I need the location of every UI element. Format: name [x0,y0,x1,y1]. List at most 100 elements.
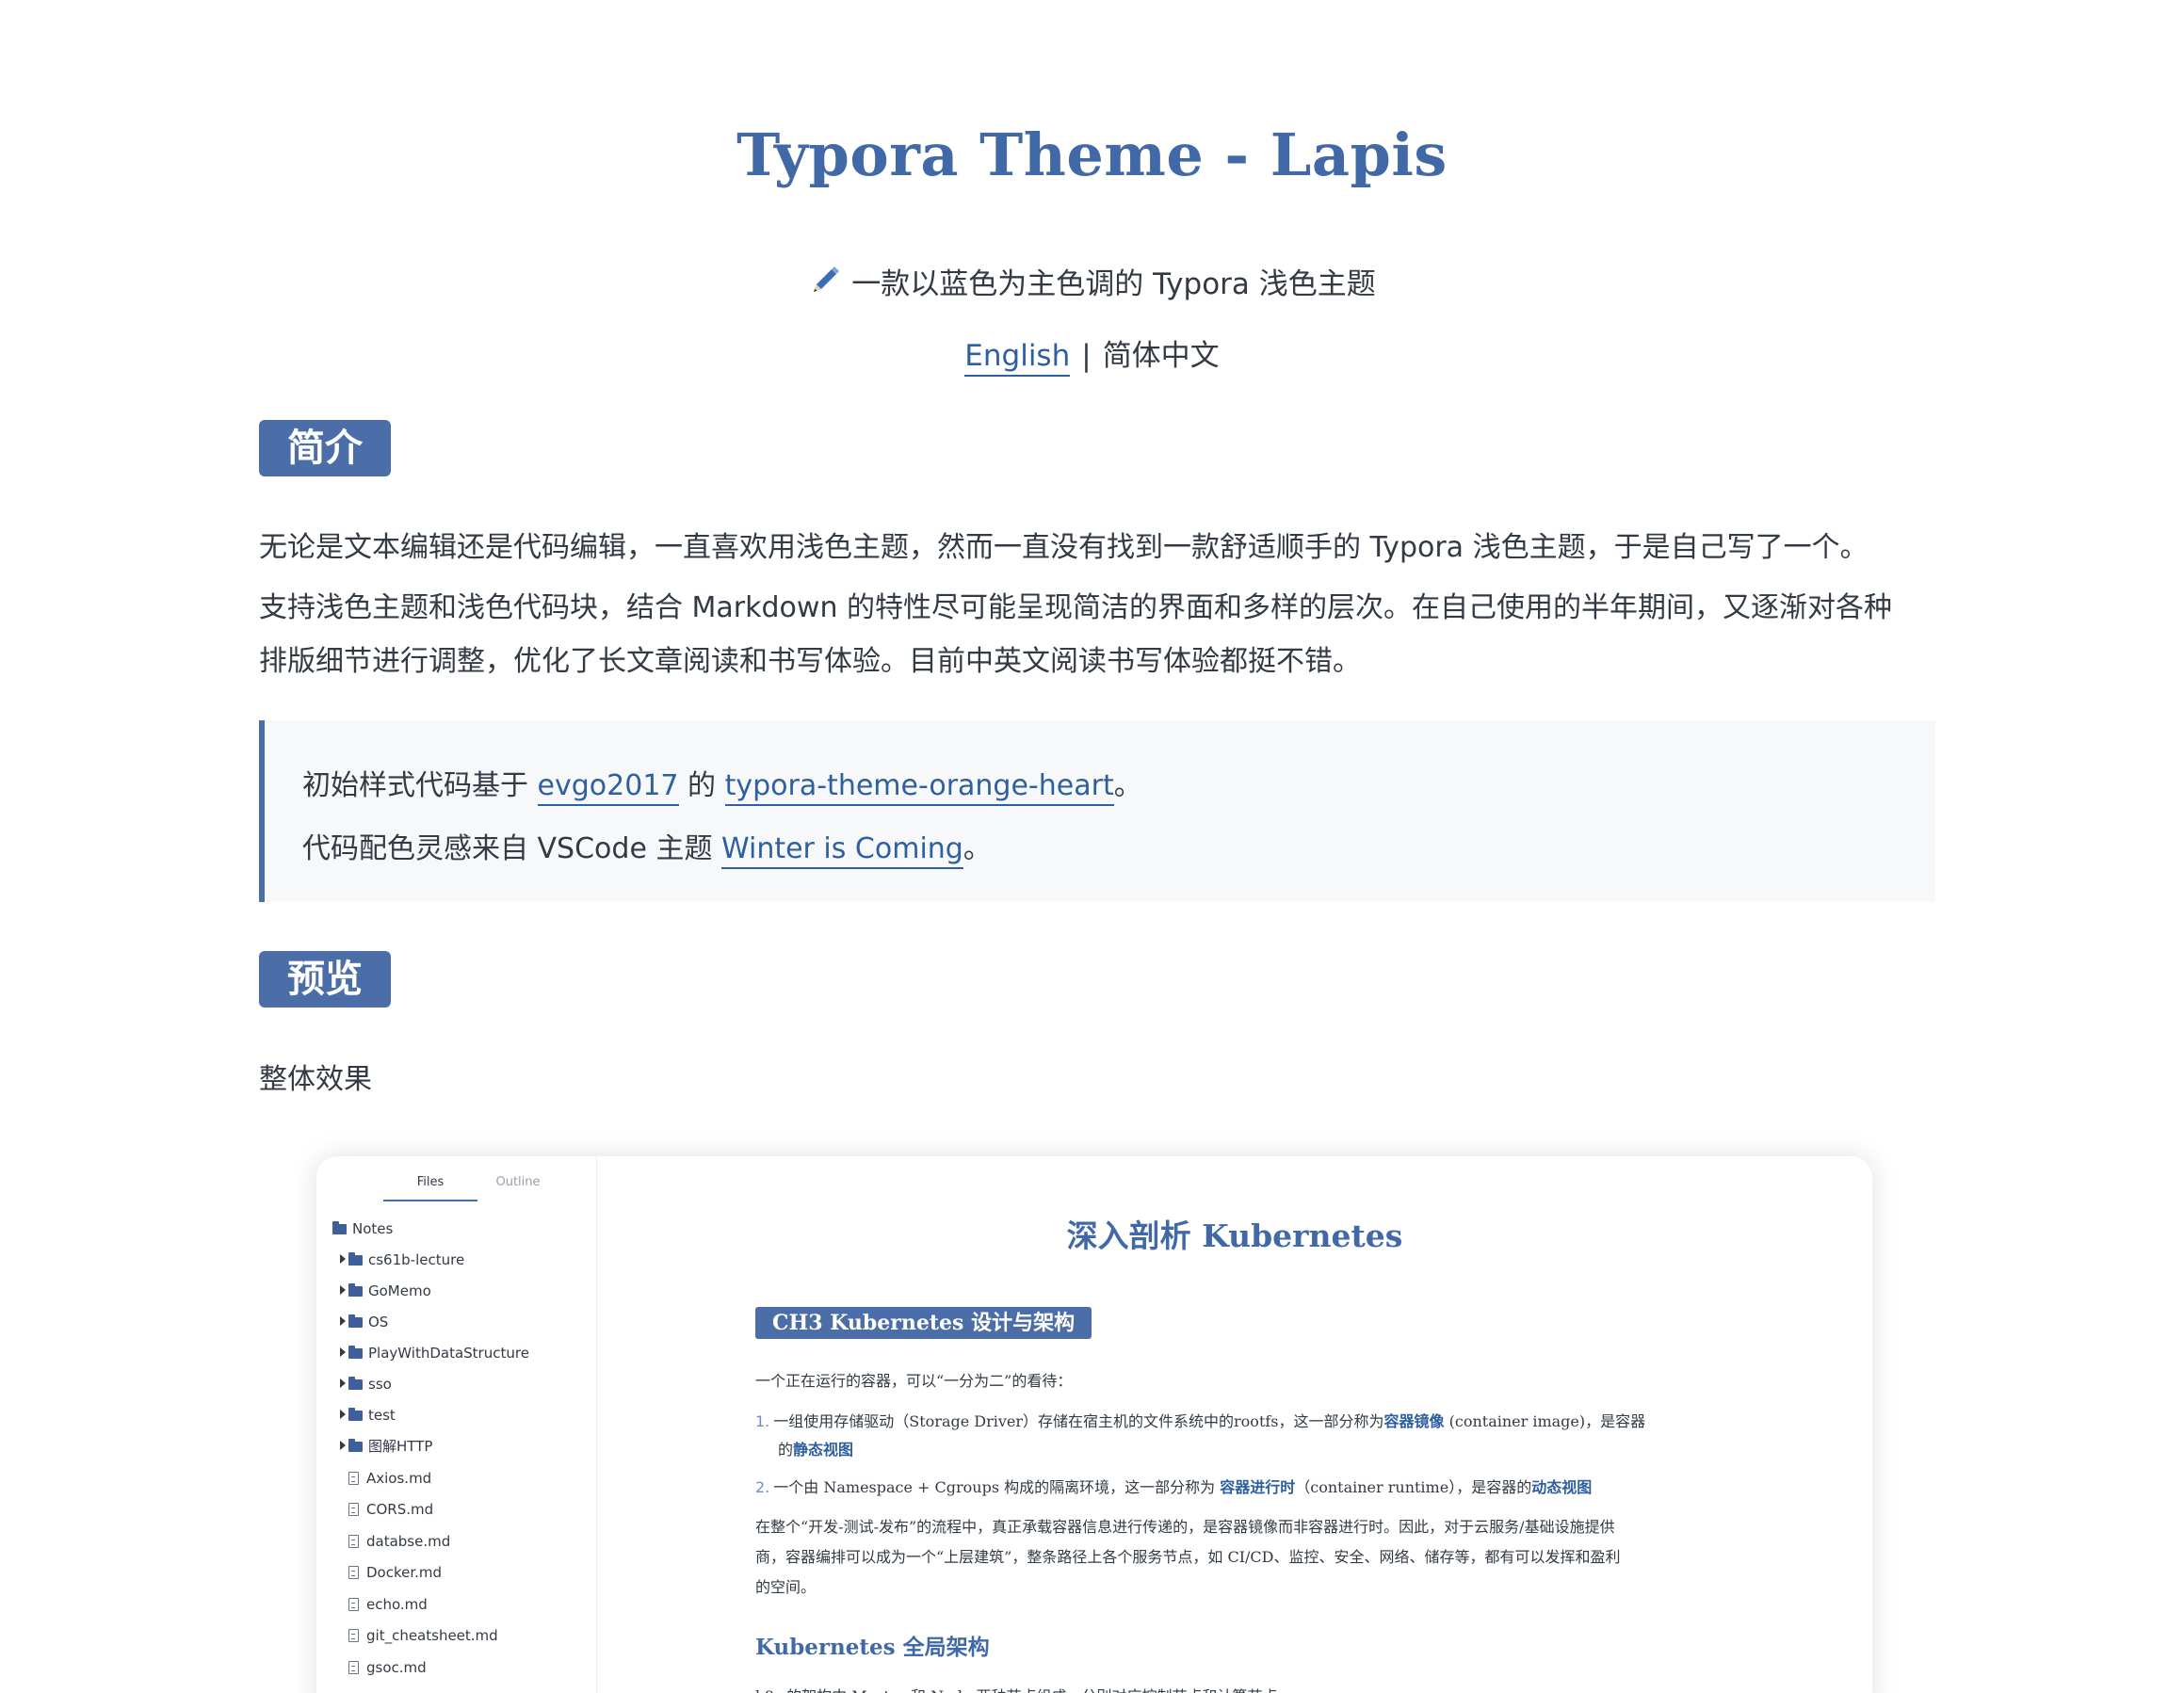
page: Typora Theme - Lapis 一款以蓝色为主色调的 Typora 浅… [0,0,2184,1693]
tree-file-axios[interactable]: Axios.md [348,1468,431,1489]
preview-list-item-2: 2. 一个由 Namespace + Cgroups 构成的隔离环境，这一部分称为… [755,1473,1592,1502]
caret-right-icon [340,1254,346,1264]
tree-file-gsoc[interactable]: gsoc.md [348,1657,427,1678]
caret-right-icon [340,1379,346,1388]
tree-file-docker[interactable]: Docker.md [348,1562,442,1583]
preview-sidebar: Files Outline Notes cs61b-lecture GoMemo… [316,1156,597,1693]
list-text: (container image)，是容器 [1444,1412,1646,1430]
credits-line-1-suffix: 。 [1113,769,1142,802]
tree-folder-notes[interactable]: Notes [332,1218,393,1239]
subtitle-text: 一款以蓝色为主色调的 Typora 浅色主题 [851,267,1376,301]
folder-icon [348,1252,363,1266]
preview-list-item-1: 1. 一组使用存储驱动（Storage Driver）存储在宿主机的文件系统中的r… [755,1407,1645,1436]
tree-item-label: Docker.md [366,1564,443,1581]
tree-file-databse[interactable]: databse.md [348,1531,450,1552]
evgo2017-link[interactable]: evgo2017 [537,769,679,806]
tree-item-label: sso [368,1376,392,1393]
list-highlight: 容器镜像 [1383,1412,1445,1430]
preview-doc-intro: 一个正在运行的容器，可以“一分为二”的看待： [755,1372,1073,1390]
preview-doc-h3: Kubernetes 全局架构 [755,1635,990,1660]
credits-line-2-suffix: 。 [963,832,992,865]
preview-doc-para-2-line-3: 的空间。 [755,1578,817,1596]
tree-item-label: cs61b-lecture [368,1251,465,1268]
tab-files[interactable]: Files [383,1173,477,1201]
list-highlight: 静态视图 [793,1441,854,1459]
theme-preview-window: Files Outline Notes cs61b-lecture GoMemo… [316,1156,1872,1693]
folder-icon [348,1283,363,1297]
credits-line-2: 代码配色灵感来自 VSCode 主题 Winter is Coming。 [302,817,1935,880]
tab-outline[interactable]: Outline [471,1173,565,1201]
tree-folder-playwithdatastructure[interactable]: PlayWithDataStructure [340,1343,529,1363]
preview-doc-para-2-line-1: 在整个“开发-测试-发布”的流程中，真正承载容器信息进行传递的，是容器镜像而非容… [755,1518,1615,1536]
tree-item-label: databse.md [366,1533,451,1550]
lang-separator: | [1081,339,1092,373]
caret-right-icon [340,1410,346,1419]
credits-line-1-prefix: 初始样式代码基于 [302,769,538,802]
preview-doc-para-2-line-2: 商，容器编排可以成为一个“上层建筑”，整条路径上各个服务节点，如 CI/CD、监… [755,1548,1621,1566]
tree-folder-test[interactable]: test [340,1405,396,1426]
tree-item-label: OS [368,1314,389,1330]
caret-right-icon [340,1441,346,1450]
winter-is-coming-link[interactable]: Winter is Coming [720,832,963,869]
tree-item-label: CORS.md [366,1501,434,1518]
tree-file-echo[interactable]: echo.md [348,1594,428,1615]
tree-item-label: git_cheatsheet.md [366,1627,498,1644]
tree-item-label: echo.md [366,1596,428,1613]
intro-paragraph-2: 支持浅色主题和浅色代码块，结合 Markdown 的特性尽可能呈现简洁的界面和多… [259,581,1935,688]
intro-paragraph-2-line-1: 支持浅色主题和浅色代码块，结合 Markdown 的特性尽可能呈现简洁的界面和多… [259,591,1892,624]
language-switcher: English | 简体中文 [0,331,2184,377]
tree-item-label: Notes [352,1220,394,1237]
credits-line-1: 初始样式代码基于 evgo2017 的 typora-theme-orange-… [302,754,1935,817]
file-icon [348,1472,359,1485]
file-icon [348,1598,359,1611]
folder-icon [348,1314,363,1328]
list-highlight: 动态视图 [1531,1478,1593,1496]
credits-line-2-prefix: 代码配色灵感来自 VSCode 主题 [302,832,721,865]
preview-list-item-1-cont: 的静态视图 [778,1435,853,1464]
preview-heading: 预览 [259,951,391,1008]
tree-item-label: GoMemo [368,1282,431,1299]
lang-english-link[interactable]: English [964,339,1071,377]
lang-chinese-label: 简体中文 [1102,339,1220,373]
preview-editor: 深入剖析 Kubernetes CH3 Kubernetes 设计与架构 一个正… [597,1156,1872,1693]
list-text: 一个由 Namespace + Cgroups 构成的隔离环境，这一部分称为 [773,1478,1221,1496]
list-number: 2. [755,1478,770,1496]
folder-icon [332,1221,347,1234]
preview-doc-para-3: k8s 的架构中 Master 和 Node 两种节点组成，分别对应控制节点和计… [755,1682,1278,1693]
folder-icon [348,1377,363,1390]
tree-item-label: Axios.md [366,1470,432,1487]
file-icon [348,1629,359,1642]
credits-line-1-mid: 的 [678,769,725,802]
list-text: （container runtime），是容器的 [1295,1478,1532,1496]
caret-right-icon [340,1347,346,1357]
folder-icon [348,1346,363,1359]
list-text: 一组使用存储驱动（Storage Driver）存储在宿主机的文件系统中的roo… [773,1412,1384,1430]
tree-item-label: 图解HTTP [368,1438,433,1455]
tree-item-label: PlayWithDataStructure [368,1345,529,1362]
orange-heart-theme-link[interactable]: typora-theme-orange-heart [724,769,1114,806]
caret-right-icon [340,1316,346,1326]
tree-folder-os[interactable]: OS [340,1312,388,1332]
caret-right-icon [340,1285,346,1295]
tree-folder-http[interactable]: 图解HTTP [340,1436,432,1457]
file-icon [348,1535,359,1548]
pen-icon [808,264,842,305]
page-title: Typora Theme - Lapis [736,121,1448,189]
intro-heading: 简介 [259,420,391,476]
tree-file-git-cheatsheet[interactable]: git_cheatsheet.md [348,1625,498,1646]
preview-caption: 整体效果 [259,1063,372,1096]
folder-icon [348,1439,363,1452]
preview-sidebar-tabs: Files Outline [316,1173,597,1211]
preview-doc-h2: CH3 Kubernetes 设计与架构 [755,1307,1092,1339]
tree-item-label: test [368,1407,396,1424]
tree-folder-cs61b[interactable]: cs61b-lecture [340,1250,464,1270]
tree-item-label: gsoc.md [366,1659,427,1676]
list-text: 的 [778,1441,794,1459]
list-highlight: 容器进行时 [1220,1478,1296,1496]
credits-blockquote: 初始样式代码基于 evgo2017 的 typora-theme-orange-… [259,720,1935,902]
tree-folder-gomemo[interactable]: GoMemo [340,1281,431,1301]
intro-paragraph-2-line-2: 排版细节进行调整，优化了长文章阅读和书写体验。目前中英文阅读书写体验都挺不错。 [259,645,1361,678]
tree-file-cors[interactable]: CORS.md [348,1499,433,1520]
tree-folder-sso[interactable]: sso [340,1374,392,1395]
file-icon [348,1503,359,1516]
